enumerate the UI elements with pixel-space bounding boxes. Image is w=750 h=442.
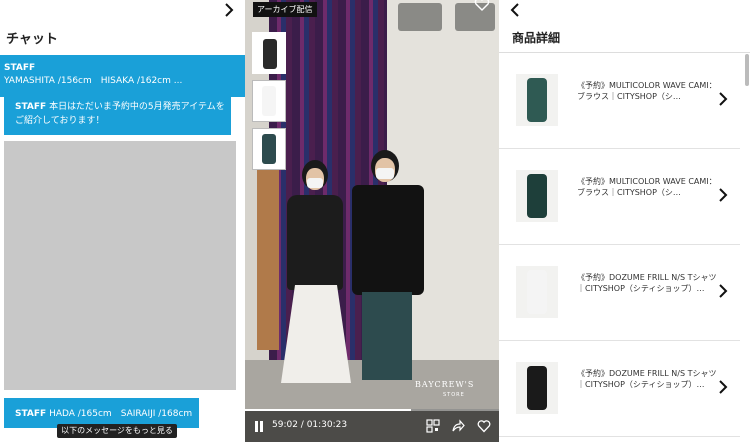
product-name: 《予約》DOZUME FRILL N/S Tシャツ｜CITYSHOP（シティショ… [577, 273, 717, 293]
chat-title: チャット [6, 32, 58, 47]
item-thumbnail-figure [262, 86, 276, 116]
chat-message-text: YAMASHITA /156cm HISAKA /162cm ... [4, 76, 183, 86]
product-item[interactable]: 《予約》DOZUME FRILL N/S Tシャツ｜CITYSHOP（シティショ… [499, 342, 740, 437]
product-figure [527, 366, 547, 410]
item-thumbnail-figure [262, 134, 276, 164]
heart-icon[interactable] [477, 419, 491, 433]
chevron-left-icon[interactable] [509, 3, 521, 17]
product-image [516, 170, 558, 222]
divider [499, 52, 750, 53]
item-thumbnail[interactable] [252, 32, 286, 74]
product-figure [527, 270, 547, 314]
video-ceiling-fixture [398, 3, 442, 31]
product-figure [527, 78, 547, 122]
chat-message-sender: STAFF [4, 63, 36, 73]
chat-message-text: 本日はただいま予約中の5月発売アイテムをご紹介しております！ [15, 102, 225, 126]
product-item[interactable]: 《予約》DOZUME FRILL N/S Tシャツ｜CITYSHOP（シティショ… [499, 246, 740, 341]
app-root: チャット STAFF YAMASHITA /156cm HISAKA /162c… [0, 0, 750, 442]
product-figure [527, 174, 547, 218]
heart-icon[interactable] [474, 0, 490, 11]
product-item[interactable]: 《予約》MULTICOLOR WAVE CAMI：ブラウス｜CITYSHOP（シ… [499, 54, 740, 149]
chat-panel: チャット STAFF YAMASHITA /156cm HISAKA /162c… [0, 0, 245, 442]
archive-badge: アーカイブ配信 [253, 2, 317, 17]
product-image [516, 362, 558, 414]
chevron-right-icon[interactable] [718, 188, 728, 202]
detail-title: 商品詳細 [512, 31, 561, 45]
chevron-right-icon[interactable] [718, 284, 728, 298]
chat-message-text: HADA /165cm SAIRAIJI /168cm [49, 409, 193, 419]
chevron-right-icon[interactable] [222, 3, 236, 17]
product-item[interactable]: 《予約》MULTICOLOR WAVE CAMI：ブラウス｜CITYSHOP（シ… [499, 150, 740, 245]
item-thumbnail[interactable] [252, 128, 286, 170]
video-progress-fill [245, 409, 411, 411]
product-name: 《予約》MULTICOLOR WAVE CAMI：ブラウス｜CITYSHOP（シ… [577, 81, 717, 101]
product-detail-panel: 商品詳細 《予約》MULTICOLOR WAVE CAMI：ブラウス｜CITYS… [499, 0, 750, 442]
model-right-pants [362, 292, 412, 380]
chat-message-sender: STAFF [15, 409, 47, 419]
share-icon[interactable] [451, 419, 465, 433]
model-left-mask [307, 178, 323, 188]
scrollbar[interactable] [745, 54, 749, 86]
pause-icon[interactable] [254, 421, 264, 432]
brand-watermark: BAYCREW'S [415, 380, 475, 389]
video-player[interactable]: アーカイブ配信 BAYCREW'S STORE 59:02 / 01:30:23 [245, 0, 499, 442]
model-left-top [287, 195, 343, 290]
product-image [516, 74, 558, 126]
item-thumbnail-figure [263, 39, 277, 69]
chat-message-sender: STAFF [15, 102, 47, 112]
brand-watermark-sub: STORE [443, 392, 465, 398]
chat-message: STAFF 本日はただいま予約中の5月発売アイテムをご紹介しております！ [4, 97, 231, 135]
model-right-mask [376, 168, 394, 179]
item-thumbnail[interactable] [252, 80, 286, 122]
chevron-right-icon[interactable] [718, 380, 728, 394]
chevron-right-icon[interactable] [718, 92, 728, 106]
model-right-top [352, 185, 424, 295]
product-name: 《予約》MULTICOLOR WAVE CAMI：ブラウス｜CITYSHOP（シ… [577, 177, 717, 197]
video-backdrop-wood [257, 170, 279, 350]
show-more-messages-button[interactable]: 以下のメッセージをもっと見る [57, 424, 177, 438]
video-time: 59:02 / 01:30:23 [272, 420, 348, 430]
product-name: 《予約》DOZUME FRILL N/S Tシャツ｜CITYSHOP（シティショ… [577, 369, 717, 389]
product-image [516, 266, 558, 318]
chat-image-placeholder [4, 141, 236, 390]
video-progress-bar[interactable] [245, 409, 499, 411]
chat-message-header[interactable]: STAFF YAMASHITA /156cm HISAKA /162cm ... [0, 55, 245, 97]
qr-icon[interactable] [426, 419, 440, 433]
